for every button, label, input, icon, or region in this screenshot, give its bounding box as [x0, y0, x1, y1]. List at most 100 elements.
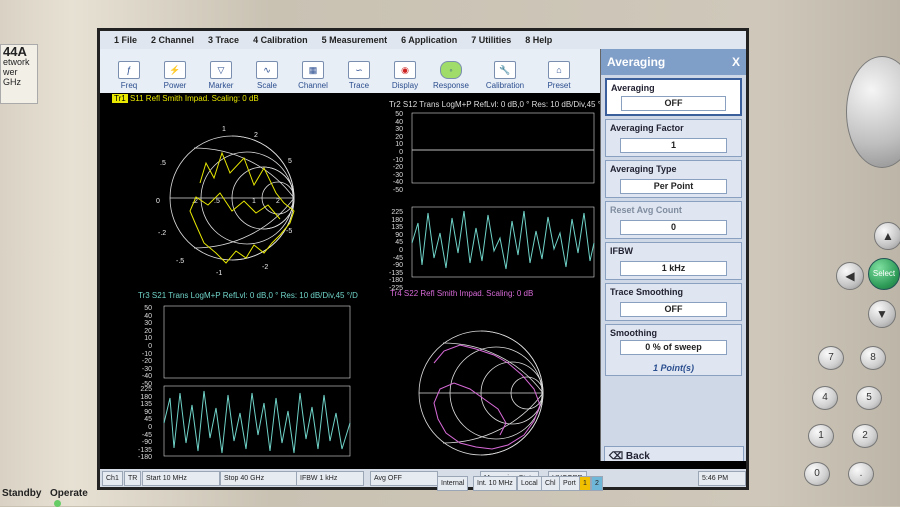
softkey-label: Averaging	[611, 83, 655, 93]
model-line-2: wer	[3, 67, 18, 77]
toolbar-channel-button[interactable]: ▦ Channel	[290, 61, 336, 93]
toolbar-label: Power	[163, 81, 187, 90]
smith-chart-s22	[418, 330, 544, 456]
s12-phase-trace	[411, 210, 595, 270]
model-number: 44A	[3, 44, 27, 59]
plot-area: Tr1 S11 Refl Smith Impad. Scaling: 0 dB …	[104, 93, 609, 469]
menu-help[interactable]: 8 Help	[525, 35, 552, 45]
softkey-averaging-factor[interactable]: Averaging Factor 1	[605, 119, 742, 157]
marker-icon: ▽	[210, 61, 232, 79]
svg-text:1: 1	[222, 126, 226, 133]
status-trace[interactable]: TR	[124, 471, 142, 486]
softkey-ifbw[interactable]: IFBW 1 kHz	[605, 242, 742, 280]
softkey-averaging-type[interactable]: Averaging Type Per Point	[605, 160, 742, 198]
s21-mag-grid	[163, 305, 351, 379]
toolbar-label: Calibration	[485, 81, 525, 90]
status-chl: Chl	[541, 476, 560, 491]
model-plate: 44A etwork wer GHz	[0, 44, 38, 104]
softkey-reset-avg-count[interactable]: Reset Avg Count 0	[605, 201, 742, 239]
averaging-panel: Averaging X Averaging OFF Averaging Fact…	[600, 49, 746, 469]
smoothing-value: 0 % of sweep	[620, 340, 727, 355]
menu-measurement[interactable]: 5 Measurement	[322, 35, 388, 45]
softkey-averaging[interactable]: Averaging OFF	[605, 78, 742, 116]
menu-trace[interactable]: 3 Trace	[208, 35, 239, 45]
key-decimal[interactable]: .	[848, 462, 874, 486]
menu-channel[interactable]: 2 Channel	[151, 35, 194, 45]
softkey-label: Trace Smoothing	[610, 287, 684, 297]
toolbar-label: Trace	[348, 81, 370, 90]
status-port: Port	[559, 476, 580, 491]
status-channel[interactable]: Ch1	[102, 471, 123, 486]
key-1[interactable]: 1	[808, 424, 834, 448]
s21-phase-trace	[163, 390, 351, 454]
status-separator	[100, 461, 746, 469]
menu-calibration[interactable]: 4 Calibration	[253, 35, 308, 45]
toolbar-power-button[interactable]: ⚡ Power	[152, 61, 198, 93]
status-start-freq[interactable]: Start 10 MHz	[142, 471, 220, 486]
key-0[interactable]: 0	[804, 462, 830, 486]
menu-file[interactable]: 1 File	[114, 35, 137, 45]
svg-text:1: 1	[252, 198, 256, 205]
trace-icon: ∽	[348, 61, 370, 79]
ifbw-value: 1 kHz	[620, 261, 727, 276]
channel-icon: ▦	[302, 61, 324, 79]
reset-avg-count-value: 0	[620, 220, 727, 235]
toolbar-display-button[interactable]: ◉ Display	[382, 61, 428, 93]
status-int-ref: Int. 10 MHz	[473, 476, 517, 491]
status-avg[interactable]: Avg OFF	[370, 471, 438, 486]
standby-label: Standby	[2, 488, 42, 499]
toolbar-calibration-button[interactable]: 🔧 Calibration	[474, 61, 536, 93]
status-ifbw[interactable]: IFBW 1 kHz	[296, 471, 364, 486]
scale-icon: ∿	[256, 61, 278, 79]
toolbar-marker-button[interactable]: ▽ Marker	[198, 61, 244, 93]
toolbar-scale-button[interactable]: ∿ Scale	[244, 61, 290, 93]
menu-application[interactable]: 6 Application	[401, 35, 457, 45]
status-time: 5:46 PM	[698, 471, 746, 486]
status-port1: 1	[579, 476, 591, 491]
svg-text:2: 2	[254, 132, 258, 139]
softkey-trace-smoothing[interactable]: Trace Smoothing OFF	[605, 283, 742, 321]
toolbar-preset-button[interactable]: ⌂ Preset	[536, 61, 582, 93]
close-icon[interactable]: X	[732, 55, 740, 69]
toolbar-response-button[interactable]: ◦ Response	[428, 61, 474, 93]
smoothing-number: 0	[645, 342, 651, 352]
key-5[interactable]: 5	[856, 386, 882, 410]
status-internal: Internal	[437, 476, 469, 491]
toolbar-label: Response	[432, 81, 470, 90]
key-7[interactable]: 7	[818, 346, 844, 370]
menu-utilities[interactable]: 7 Utilities	[471, 35, 511, 45]
softkey-label: Reset Avg Count	[610, 205, 682, 215]
operate-label: Operate	[50, 488, 88, 499]
select-key[interactable]: Select	[868, 258, 900, 290]
softkey-label: Averaging Factor	[610, 123, 684, 133]
arrow-left-key[interactable]: ◀	[836, 262, 864, 290]
response-icon: ◦	[440, 61, 462, 79]
softkey-label: IFBW	[610, 246, 633, 256]
plots-svg: 125 .50-.2 -.5-1-2 -5.5.2 1 2	[156, 112, 595, 457]
smoothing-points: 1 Point(s)	[652, 363, 694, 373]
softkey-smoothing[interactable]: Smoothing 0 % of sweep 1 Point(s)	[605, 324, 742, 376]
toolbar-label: Scale	[256, 81, 277, 90]
arrow-down-key[interactable]: ▼	[868, 300, 896, 328]
averaging-factor-value: 1	[620, 138, 727, 153]
svg-text:5: 5	[288, 158, 292, 165]
toolbar-freq-button[interactable]: ƒ Freq	[106, 61, 152, 93]
arrow-up-key[interactable]: ▲	[874, 222, 900, 250]
toolbar-trace-button[interactable]: ∽ Trace	[336, 61, 382, 93]
frequency-icon: ƒ	[118, 61, 140, 79]
key-8[interactable]: 8	[860, 346, 886, 370]
toolbar-label: Display	[391, 81, 419, 90]
status-bar: Ch1 TR Start 10 MHz Stop 40 GHz IFBW 1 k…	[100, 469, 746, 487]
display-icon: ◉	[394, 61, 416, 79]
toolbar-label: Channel	[298, 81, 328, 90]
s11-trace	[189, 151, 295, 264]
key-2[interactable]: 2	[852, 424, 878, 448]
svg-text:-1: -1	[216, 270, 222, 277]
s12-mag-grid	[411, 112, 595, 184]
status-port2: 2	[591, 476, 603, 491]
svg-text:-.5: -.5	[176, 258, 184, 265]
svg-text:.5: .5	[214, 198, 220, 205]
key-4[interactable]: 4	[812, 386, 838, 410]
status-stop-freq[interactable]: Stop 40 GHz	[220, 471, 298, 486]
averaging-value: OFF	[621, 96, 726, 111]
